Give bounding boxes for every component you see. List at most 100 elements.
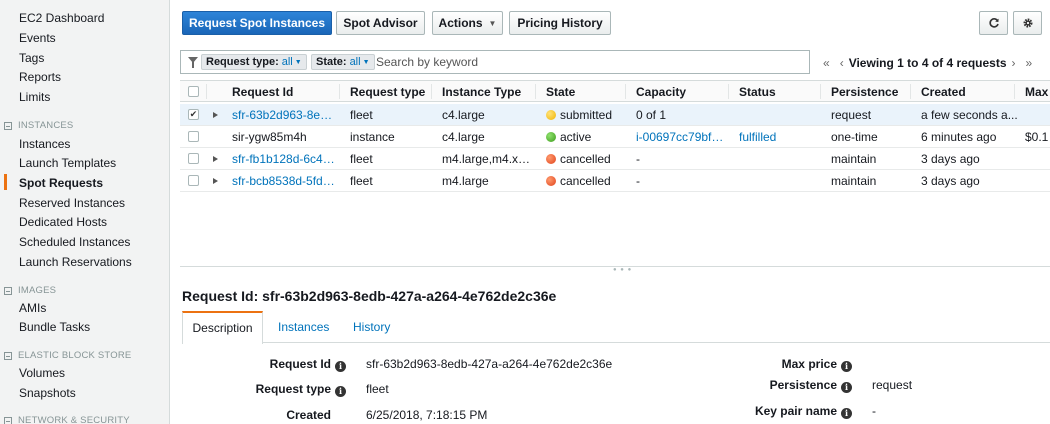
main-content: Request Spot Instances Spot Advisor Acti… (170, 0, 1050, 424)
collapse-icon (4, 121, 12, 130)
panel-resize-handle[interactable]: ● ● ● (180, 266, 1050, 273)
nav-tags[interactable]: Tags (19, 51, 44, 65)
section-ebs[interactable]: ELASTIC BLOCK STORE (4, 350, 131, 361)
prop-value-created: 6/25/2018, 7:18:15 PM (366, 408, 488, 422)
cell-state: cancelled (546, 152, 611, 166)
pricing-history-button[interactable]: Pricing History (509, 11, 611, 35)
nav-ec2-dashboard[interactable]: EC2 Dashboard (19, 11, 104, 25)
prop-label-persistence: Persistence i (770, 378, 852, 393)
gear-icon (1022, 18, 1033, 28)
request-id-link[interactable]: sfr-bcb8538d-5fd3-... (232, 174, 336, 188)
cell-request-id: sir-ygw85m4h (232, 130, 307, 144)
row-checkbox[interactable] (188, 153, 199, 164)
table-row[interactable]: sfr-fb1b128d-6c4b-... fleet m4.large,m4.… (180, 148, 1050, 170)
row-checkbox[interactable] (188, 175, 199, 186)
status-link[interactable]: fulfilled (739, 130, 776, 144)
section-images[interactable]: IMAGES (4, 285, 56, 296)
col-request-id[interactable]: Request Id (232, 85, 293, 99)
col-instance-type[interactable]: Instance Type (442, 85, 521, 99)
grip-icon: ● ● ● (613, 267, 633, 273)
cell-capacity: - (636, 152, 640, 166)
instance-id-link[interactable]: i-00697cc79bf1... (636, 130, 728, 144)
section-network-security[interactable]: NETWORK & SECURITY (4, 415, 130, 424)
nav-launch-templates[interactable]: Launch Templates (19, 156, 116, 170)
spot-advisor-button[interactable]: Spot Advisor (336, 11, 425, 35)
cell-request-type: fleet (350, 152, 373, 166)
cell-max-price: $0.1 (1025, 130, 1049, 144)
refresh-icon (988, 18, 999, 28)
state-filter[interactable]: State: all ▼ (311, 54, 375, 70)
status-cancelled-icon (546, 176, 556, 186)
tab-history[interactable]: History (353, 320, 390, 334)
cell-instance-type: c4.large (442, 108, 485, 122)
nav-reserved-instances[interactable]: Reserved Instances (19, 196, 125, 210)
pager: « ‹ Viewing 1 to 4 of 4 requests › » (818, 56, 1037, 70)
prop-value-key-pair: - (872, 404, 876, 418)
expand-icon[interactable] (213, 156, 218, 162)
filter-bar: Request type: all ▼ State: all ▼ (180, 50, 810, 74)
table-row[interactable]: sfr-bcb8538d-5fd3-... fleet m4.large can… (180, 170, 1050, 192)
nav-volumes[interactable]: Volumes (19, 366, 65, 380)
nav-bundle-tasks[interactable]: Bundle Tasks (19, 320, 90, 334)
nav-spot-requests[interactable]: Spot Requests (19, 176, 103, 190)
col-persistence[interactable]: Persistence (831, 85, 898, 99)
col-capacity[interactable]: Capacity (636, 85, 686, 99)
first-page-icon[interactable]: « (823, 56, 830, 70)
table-row[interactable]: sir-ygw85m4h instance c4.large active i-… (180, 126, 1050, 148)
section-instances[interactable]: INSTANCES (4, 120, 73, 131)
cell-created: a few seconds a... (921, 108, 1018, 122)
table-row[interactable]: ✔ sfr-63b2d963-8edb... fleet c4.large su… (180, 104, 1050, 126)
request-id-link[interactable]: sfr-fb1b128d-6c4b-... (232, 152, 336, 166)
col-state[interactable]: State (546, 85, 575, 99)
prop-value-persistence: request (872, 378, 913, 392)
cell-instance-type: m4.large (442, 174, 489, 188)
nav-events[interactable]: Events (19, 31, 56, 45)
expand-icon[interactable] (213, 112, 218, 118)
tab-instances[interactable]: Instances (278, 320, 329, 334)
row-checkbox[interactable] (188, 131, 199, 142)
cell-instance-type: m4.large,m4.xla... (442, 152, 532, 166)
col-status[interactable]: Status (739, 85, 776, 99)
info-icon[interactable]: i (841, 408, 852, 419)
cell-created: 3 days ago (921, 152, 980, 166)
expand-icon[interactable] (213, 178, 218, 184)
next-page-icon[interactable]: › (1012, 56, 1016, 70)
col-request-type[interactable]: Request type (350, 85, 425, 99)
filter-icon (188, 57, 198, 68)
row-checkbox[interactable]: ✔ (188, 109, 199, 120)
request-id-link[interactable]: sfr-63b2d963-8edb... (232, 108, 336, 122)
nav-reports[interactable]: Reports (19, 70, 61, 84)
cell-state: submitted (546, 108, 612, 122)
request-spot-instances-button[interactable]: Request Spot Instances (182, 11, 332, 35)
cell-request-type: fleet (350, 174, 373, 188)
tab-description[interactable]: Description (182, 311, 263, 344)
search-input[interactable] (376, 53, 796, 71)
info-icon[interactable]: i (841, 382, 852, 393)
prev-page-icon[interactable]: ‹ (840, 56, 844, 70)
status-active-icon (546, 132, 556, 142)
nav-dedicated-hosts[interactable]: Dedicated Hosts (19, 215, 107, 229)
actions-button[interactable]: Actions ▼ (432, 11, 503, 35)
nav-snapshots[interactable]: Snapshots (19, 386, 76, 400)
nav-instances[interactable]: Instances (19, 137, 70, 151)
nav-limits[interactable]: Limits (19, 90, 50, 104)
refresh-button[interactable] (979, 11, 1008, 35)
detail-title: Request Id: sfr-63b2d963-8edb-427a-a264-… (182, 288, 557, 304)
cell-created: 3 days ago (921, 174, 980, 188)
col-created[interactable]: Created (921, 85, 966, 99)
request-type-filter[interactable]: Request type: all ▼ (201, 54, 307, 70)
settings-button[interactable] (1013, 11, 1042, 35)
nav-scheduled-instances[interactable]: Scheduled Instances (19, 235, 130, 249)
info-icon[interactable]: i (335, 386, 346, 397)
select-all-checkbox[interactable] (188, 86, 199, 97)
col-max[interactable]: Max (1025, 85, 1048, 99)
info-icon[interactable]: i (841, 361, 852, 372)
info-icon[interactable]: i (335, 361, 346, 372)
last-page-icon[interactable]: » (1026, 56, 1033, 70)
detail-tabs: Description Instances History (182, 311, 1050, 344)
nav-amis[interactable]: AMIs (19, 301, 46, 315)
nav-launch-reservations[interactable]: Launch Reservations (19, 255, 132, 269)
cell-state: cancelled (546, 174, 611, 188)
cell-persistence: one-time (831, 130, 878, 144)
collapse-icon (4, 351, 12, 360)
